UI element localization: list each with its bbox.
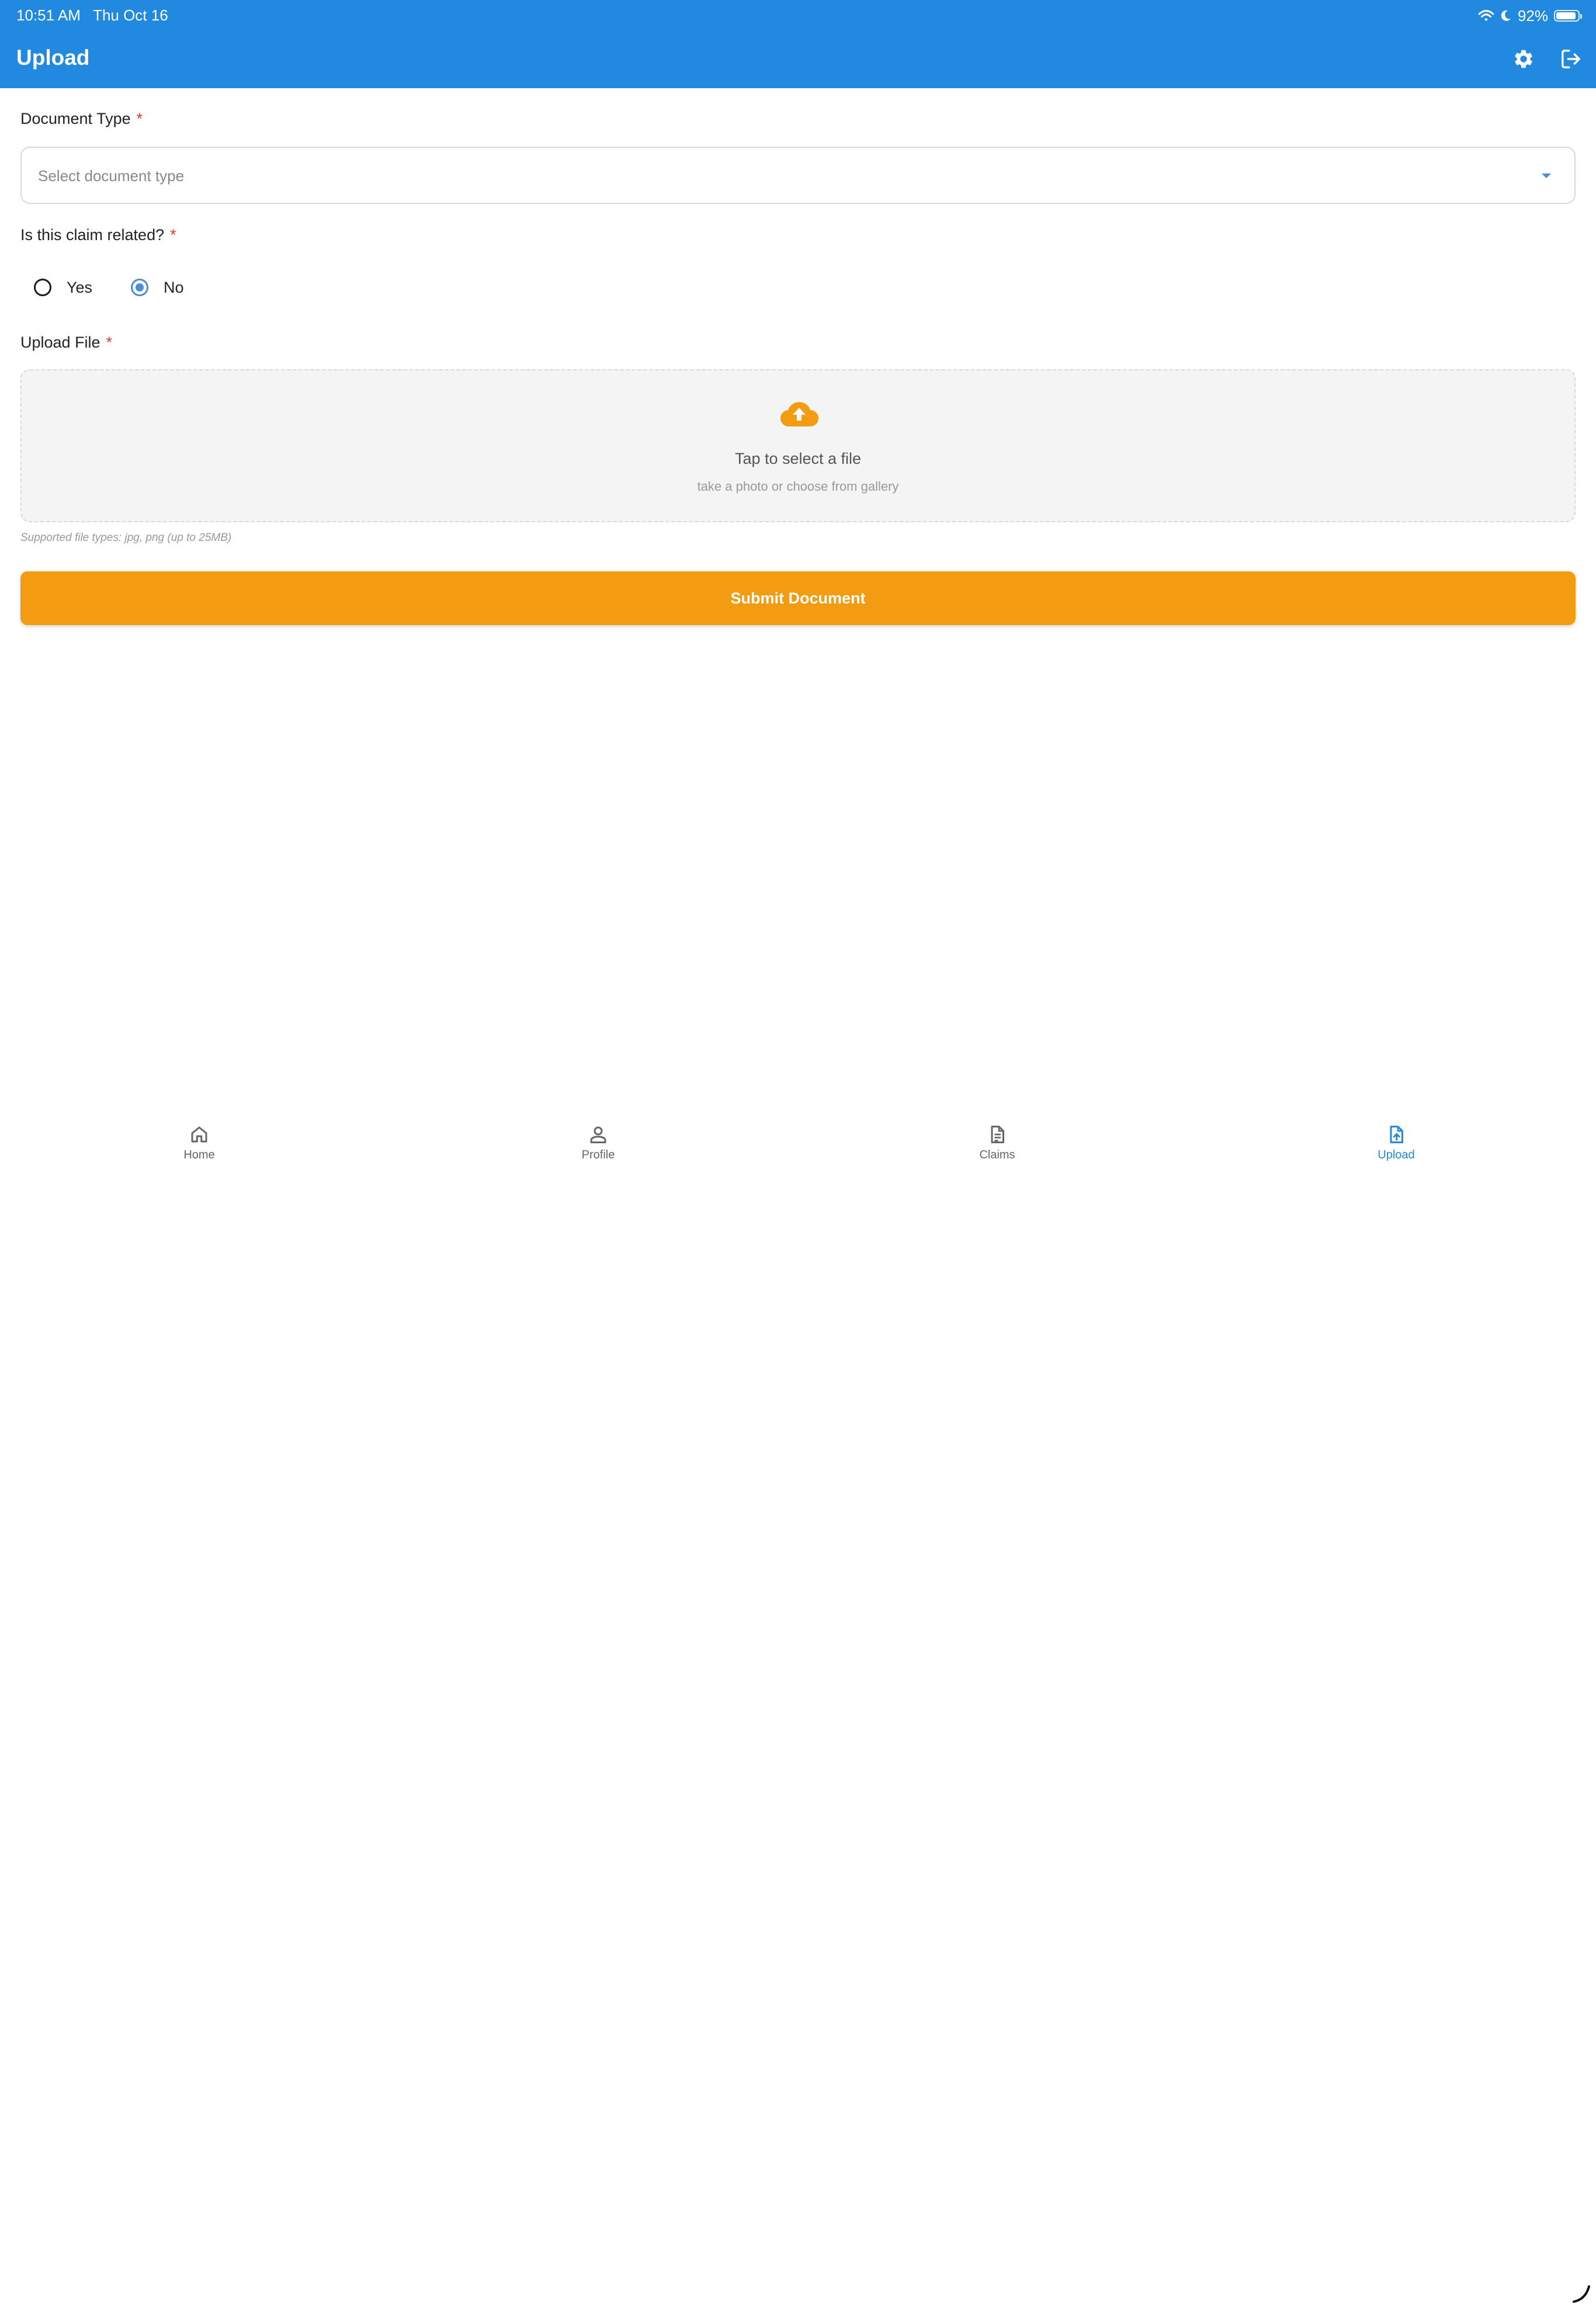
upload-file-label-text: Upload File [20,334,100,351]
app-header: 10:51 AM Thu Oct 16 92% Upload [0,0,1596,88]
required-marker: * [170,226,176,244]
claim-related-radio-group: Yes No [34,276,184,299]
battery-level [1556,12,1576,19]
home-indicator-corner [1573,2285,1590,2303]
required-marker: * [136,110,143,127]
radio-yes[interactable] [34,279,51,296]
claim-related-label: Is this claim related? * [20,226,176,244]
nav-home-label: Home [183,1148,215,1161]
cloud-upload-icon [780,402,818,427]
radio-option-no[interactable]: No [131,279,184,297]
required-marker: * [106,334,113,351]
radio-no[interactable] [131,279,149,296]
home-icon [191,1126,207,1143]
nav-item-profile[interactable]: Profile [551,1124,645,1177]
file-dropzone[interactable]: Tap to select a file take a photo or cho… [20,369,1576,522]
wifi-icon [1478,10,1494,21]
page-title: Upload [16,46,90,70]
submit-document-button[interactable]: Submit Document [20,571,1576,625]
profile-icon [590,1126,606,1143]
nav-profile-label: Profile [581,1148,615,1161]
document-type-label-text: Document Type [20,110,131,127]
nav-item-home[interactable]: Home [152,1124,246,1177]
radio-option-yes[interactable]: Yes [34,279,92,297]
nav-item-upload[interactable]: Upload [1349,1124,1443,1177]
nav-claims-label: Claims [979,1148,1015,1161]
nav-item-claims[interactable]: Claims [950,1124,1044,1177]
status-time: 10:51 AM Thu Oct 16 [16,6,168,25]
moon-icon [1501,10,1511,21]
status-date: Thu Oct 16 [93,6,168,24]
document-icon [991,1126,1004,1143]
dropzone-subtitle: take a photo or choose from gallery [697,479,899,494]
document-type-label: Document Type * [20,110,143,128]
status-indicators: 92% [1478,6,1582,25]
settings-icon[interactable] [1512,48,1535,70]
battery-icon [1554,10,1582,22]
upload-file-label: Upload File * [20,334,112,352]
radio-no-label: No [164,278,184,296]
document-type-placeholder: Select document type [38,167,185,185]
logout-icon[interactable] [1560,48,1582,70]
dropzone-title: Tap to select a file [734,450,862,467]
status-time-value: 10:51 AM [16,6,81,24]
upload-file-icon [1390,1126,1403,1143]
document-type-select[interactable]: Select document type [20,147,1576,204]
chevron-down-icon [1542,174,1551,178]
battery-percentage: 92% [1517,6,1548,25]
file-type-hint: Supported file types: jpg, png (up to 25… [20,532,232,544]
radio-yes-label: Yes [67,278,93,296]
claim-related-label-text: Is this claim related? [20,226,165,244]
bottom-navigation: Home Profile Claims Upload [0,1112,1596,2303]
nav-upload-label: Upload [1378,1148,1415,1161]
